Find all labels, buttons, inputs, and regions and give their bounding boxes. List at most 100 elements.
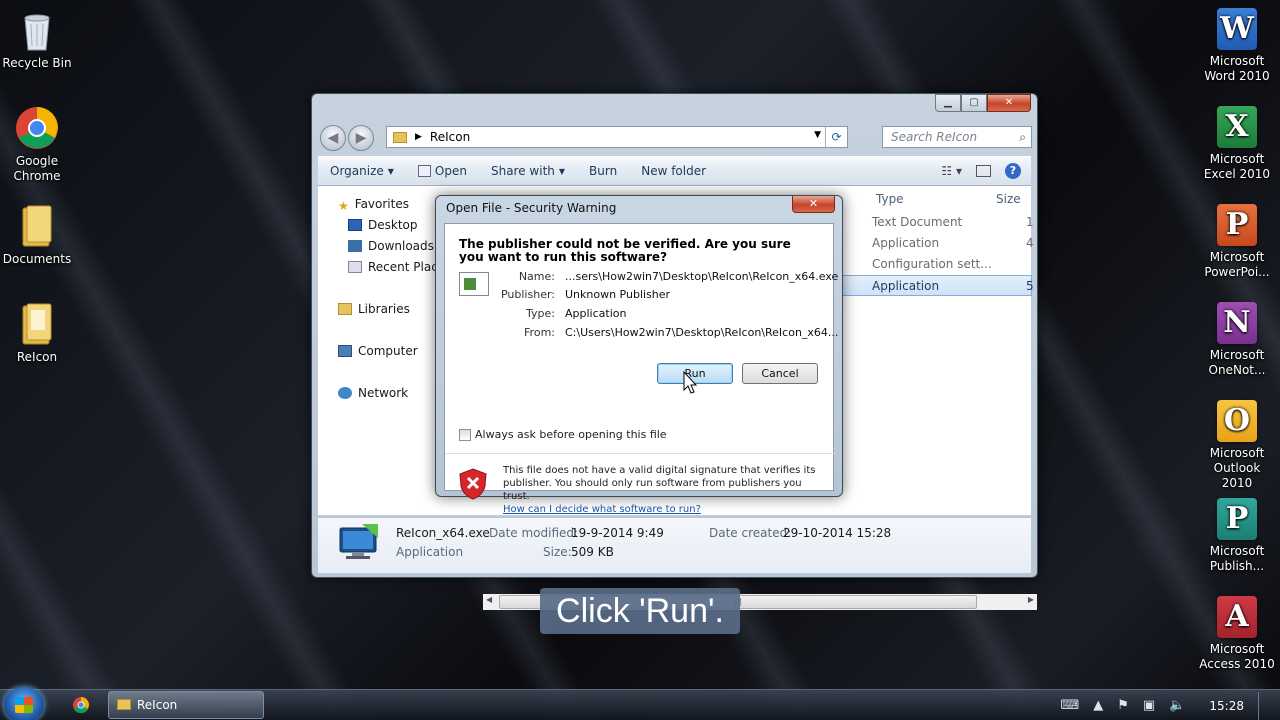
desktop-icon-label: Google Chrome xyxy=(13,154,61,183)
nav-libraries[interactable]: Libraries xyxy=(318,299,442,320)
column-header-size[interactable]: Size xyxy=(996,192,1021,206)
desktop-icon-reicon[interactable]: ReIcon xyxy=(0,302,77,365)
desktop-icon-label: Documents xyxy=(2,252,72,266)
search-input[interactable]: Search ReIcon ⌕ xyxy=(882,126,1032,148)
nav-computer[interactable]: Computer xyxy=(318,341,442,362)
desktop-icon-recycle-bin[interactable]: Recycle Bin xyxy=(0,8,77,71)
new-folder-button[interactable]: New folder xyxy=(629,164,718,178)
help-link[interactable]: How can I decide what software to run? xyxy=(503,503,823,516)
publisher-value: Unknown Publisher xyxy=(565,288,671,301)
burn-button[interactable]: Burn xyxy=(577,164,629,178)
address-bar[interactable]: ▶ ReIcon ▼ ⟳ xyxy=(386,126,848,148)
nav-downloads[interactable]: Downloads xyxy=(318,236,442,257)
desktop-icon-word[interactable]: W Microsoft Word 2010 xyxy=(1197,8,1277,84)
instruction-caption: Click 'Run'. xyxy=(540,588,740,634)
nav-label: Downloads xyxy=(368,239,434,253)
show-hidden-icons-icon[interactable]: ▲ xyxy=(1093,698,1103,713)
close-button[interactable]: ✕ xyxy=(987,94,1031,112)
file-type: Configuration sett... xyxy=(872,257,992,271)
network-icon[interactable]: ▣ xyxy=(1143,698,1155,713)
file-row[interactable]: Application 4 xyxy=(872,233,1034,254)
security-warning-dialog[interactable]: Open File - Security Warning ✕ The publi… xyxy=(435,195,843,515)
nav-label: Favorites xyxy=(354,197,409,211)
show-desktop-button[interactable] xyxy=(1258,691,1268,720)
open-icon xyxy=(417,165,431,177)
minimize-button[interactable]: ▁ xyxy=(935,94,961,112)
window-controls: ▁ ▢ ✕ xyxy=(935,94,1031,112)
from-label: From: xyxy=(524,326,555,339)
open-button[interactable]: Open xyxy=(406,164,479,178)
details-size: 509 KB xyxy=(571,545,614,559)
keyboard-icon[interactable]: ⌨ xyxy=(1061,698,1080,713)
nav-desktop[interactable]: Desktop xyxy=(318,215,442,236)
maximize-button[interactable]: ▢ xyxy=(961,94,987,112)
address-text: ReIcon xyxy=(429,130,471,144)
share-with-label: Share with xyxy=(490,164,555,178)
chrome-icon xyxy=(15,106,59,150)
nav-label: Libraries xyxy=(358,302,410,316)
warning-message: This file does not have a valid digital … xyxy=(503,464,823,516)
share-with-button[interactable]: Share with ▼ xyxy=(479,164,577,178)
desktop-icon-onenote[interactable]: N Microsoft OneNot... xyxy=(1197,302,1277,378)
desktop-icon-label: Microsoft Publish... xyxy=(1209,544,1265,573)
nav-favorites[interactable]: ★ Favorites xyxy=(318,194,442,215)
start-button[interactable] xyxy=(4,687,44,720)
taskbar-item-reicon[interactable]: ReIcon xyxy=(108,691,264,719)
cancel-button[interactable]: Cancel xyxy=(742,363,818,384)
back-button[interactable]: ◀ xyxy=(320,125,346,151)
desktop-icon-powerpoint[interactable]: P Microsoft PowerPoi... xyxy=(1197,204,1277,280)
recycle-bin-icon xyxy=(15,8,59,52)
column-header-type[interactable]: Type xyxy=(876,192,904,206)
file-row[interactable]: Configuration sett... xyxy=(872,254,1032,275)
desktop-icon-label: Microsoft Excel 2010 xyxy=(1203,152,1271,181)
folder-icon xyxy=(117,699,131,710)
desktop-icon-outlook[interactable]: O Microsoft Outlook 2010 xyxy=(1197,400,1277,491)
desktop-icon-label: Microsoft Access 2010 xyxy=(1199,642,1275,671)
details-size-label: Size: xyxy=(543,545,572,559)
organize-button[interactable]: Organize ▼ xyxy=(318,164,406,178)
scroll-left-icon[interactable]: ◀ xyxy=(486,595,492,604)
forward-button[interactable]: ▶ xyxy=(348,125,374,151)
chevron-down-icon[interactable]: ▼ xyxy=(814,130,821,140)
scroll-right-icon[interactable]: ▶ xyxy=(1028,595,1034,604)
desktop-icon-access[interactable]: A Microsoft Access 2010 xyxy=(1197,596,1277,672)
dialog-body: The publisher could not be verified. Are… xyxy=(444,223,838,515)
nav-network[interactable]: Network xyxy=(318,383,442,404)
system-tray: ⌨ ▲ ⚑ ▣ 🔈 15:28 xyxy=(1061,690,1269,720)
taskbar-chrome-icon[interactable] xyxy=(66,692,96,718)
file-type: Text Document xyxy=(872,215,963,229)
clock[interactable]: 15:28 xyxy=(1209,699,1244,713)
type-value: Application xyxy=(565,307,627,320)
file-size: 4 xyxy=(1026,236,1034,250)
action-center-icon[interactable]: ⚑ xyxy=(1117,698,1129,713)
desktop-icon-label: Recycle Bin xyxy=(2,56,72,70)
file-row[interactable]: Text Document 1 xyxy=(872,212,1034,233)
nav-recent-places[interactable]: Recent Places xyxy=(318,257,442,278)
desktop-icon-documents[interactable]: Documents xyxy=(0,204,77,267)
chevron-down-icon: ▼ xyxy=(387,166,394,176)
desktop-icon-label: Microsoft Word 2010 xyxy=(1204,54,1270,83)
view-options-icon[interactable]: ☷ ▾ xyxy=(941,164,962,178)
always-ask-checkbox[interactable] xyxy=(459,429,471,441)
organize-label: Organize xyxy=(330,164,384,178)
volume-icon[interactable]: 🔈 xyxy=(1169,698,1185,713)
search-icon[interactable]: ⌕ xyxy=(1019,127,1026,147)
desktop-icon-chrome[interactable]: Google Chrome xyxy=(0,106,77,184)
application-icon xyxy=(338,524,380,562)
nav-label: Network xyxy=(358,386,409,400)
folder-icon xyxy=(15,302,59,346)
refresh-icon[interactable]: ⟳ xyxy=(825,127,847,147)
desktop-icon-label: Microsoft PowerPoi... xyxy=(1204,250,1270,279)
desktop-icon-publisher[interactable]: P Microsoft Publish... xyxy=(1197,498,1277,574)
dialog-close-button[interactable]: ✕ xyxy=(792,196,835,213)
file-row-selected[interactable]: Application 5 xyxy=(842,275,1034,296)
name-value: ...sers\How2win7\Desktop\ReIcon\ReIcon_x… xyxy=(565,270,839,283)
dialog-title: Open File - Security Warning xyxy=(446,201,617,215)
type-label: Type: xyxy=(526,307,555,320)
details-date-modified-label: Date modified: xyxy=(489,526,579,540)
preview-pane-icon[interactable] xyxy=(976,165,991,177)
desktop-icon-excel[interactable]: X Microsoft Excel 2010 xyxy=(1197,106,1277,182)
help-icon[interactable]: ? xyxy=(1005,163,1021,179)
name-label: Name: xyxy=(518,270,555,283)
folder-icon xyxy=(15,204,59,248)
